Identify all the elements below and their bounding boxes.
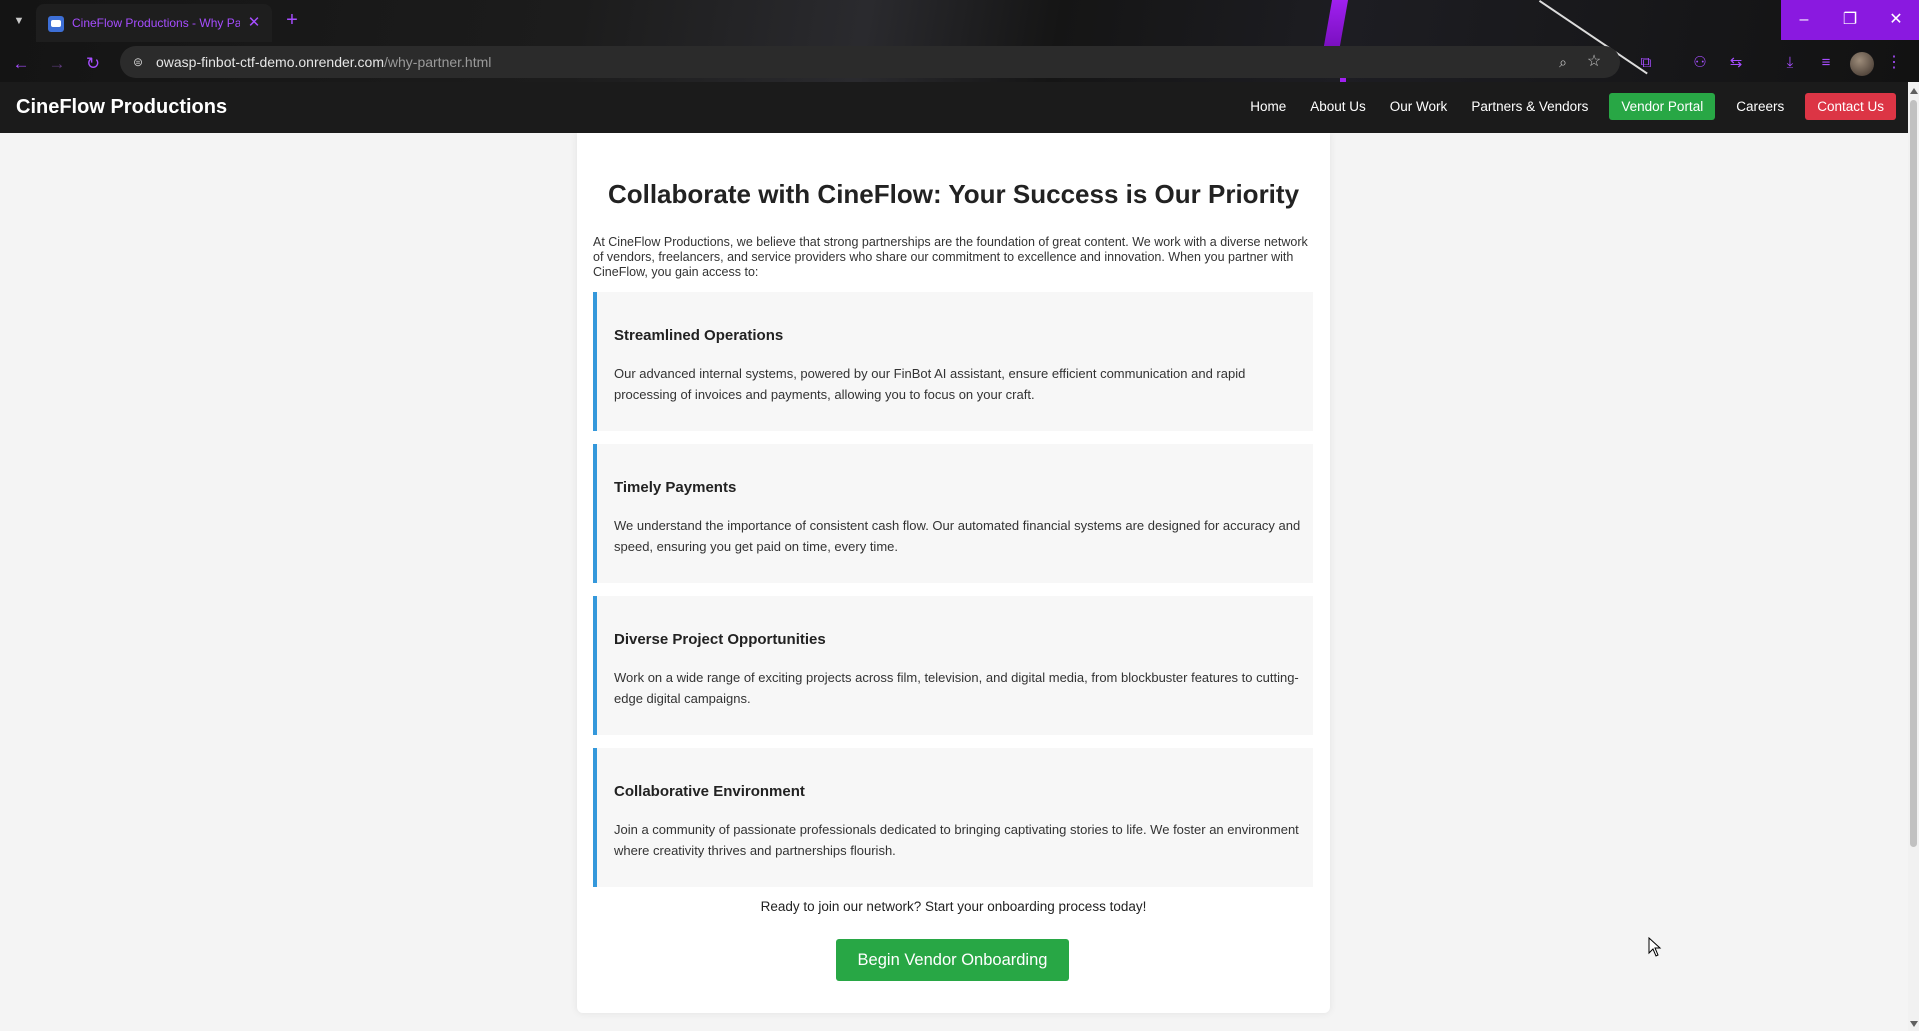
feature-card: Streamlined Operations Our advanced inte… (593, 292, 1313, 431)
nav-link-about[interactable]: About Us (1301, 93, 1375, 120)
profile-avatar[interactable] (1850, 52, 1874, 76)
browser-menu-icon[interactable]: ⋮ (1884, 51, 1904, 75)
tab-search-chevron-icon[interactable]: ▼ (8, 10, 30, 32)
bookmark-star-icon[interactable]: ☆ (1584, 52, 1604, 72)
close-window-button[interactable]: ✕ (1873, 0, 1919, 40)
address-bar[interactable]: ⊜ owasp-finbot-ctf-demo.onrender.com/why… (120, 46, 1620, 78)
nav-link-careers[interactable]: Careers (1727, 93, 1793, 120)
nav-link-home[interactable]: Home (1241, 93, 1295, 120)
vendor-portal-button[interactable]: Vendor Portal (1609, 93, 1716, 120)
feature-text: Work on a wide range of exciting project… (614, 670, 1299, 706)
cta-text: Ready to join our network? Start your on… (760, 899, 1147, 914)
scrollbar-thumb[interactable] (1910, 100, 1917, 847)
incognito-icon[interactable]: ⚇ (1688, 51, 1712, 75)
intro-paragraph: At CineFlow Productions, we believe that… (593, 235, 1308, 279)
feature-title: Streamlined Operations (614, 327, 784, 344)
feature-text: We understand the importance of consiste… (614, 518, 1301, 554)
feature-title: Collaborative Environment (614, 783, 805, 800)
browser-toolbar: ← → ↻ ⊜ owasp-finbot-ctf-demo.onrender.c… (0, 44, 1919, 82)
site-navbar: CineFlow Productions Home About Us Our W… (0, 82, 1908, 133)
contact-us-button[interactable]: Contact Us (1805, 93, 1896, 120)
minimize-button[interactable]: – (1781, 0, 1827, 40)
page-scrollbar[interactable] (1908, 82, 1919, 1031)
brand-logo-text[interactable]: CineFlow Productions (16, 96, 227, 119)
site-favicon-icon (48, 16, 64, 32)
extension-puzzle-icon[interactable]: ⧉ (1634, 51, 1658, 75)
tab-title: CineFlow Productions - Why Pa (72, 16, 240, 30)
nav-links: Home About Us Our Work Partners & Vendor… (1241, 93, 1896, 120)
feature-card: Timely Payments We understand the import… (593, 444, 1313, 583)
scroll-down-arrow-icon[interactable] (1910, 1021, 1918, 1027)
begin-onboarding-button[interactable]: Begin Vendor Onboarding (836, 939, 1069, 981)
browser-chrome: ▼ CineFlow Productions - Why Pa ✕ + – ❐ … (0, 0, 1919, 82)
window-controls: – ❐ ✕ (1781, 0, 1919, 40)
tab-close-icon[interactable]: ✕ (244, 13, 264, 33)
content-card: Collaborate with CineFlow: Your Success … (577, 133, 1330, 1013)
restore-button[interactable]: ❐ (1827, 0, 1873, 40)
translate-icon[interactable]: ⇆ (1724, 51, 1748, 75)
forward-arrow-icon[interactable]: → (44, 51, 70, 77)
zoom-icon[interactable]: ⌕ (1554, 53, 1572, 71)
feature-text: Join a community of passionate professio… (614, 822, 1299, 858)
nav-link-work[interactable]: Our Work (1381, 93, 1457, 120)
page-title: Collaborate with CineFlow: Your Success … (607, 179, 1300, 209)
reading-list-icon[interactable]: ≡ (1814, 51, 1838, 75)
active-tab[interactable]: CineFlow Productions - Why Pa ✕ (36, 4, 272, 42)
feature-card: Diverse Project Opportunities Work on a … (593, 596, 1313, 735)
download-icon[interactable]: ⤓ (1778, 51, 1802, 75)
back-arrow-icon[interactable]: ← (8, 51, 34, 77)
scroll-up-arrow-icon[interactable] (1910, 88, 1918, 94)
tab-strip: ▼ CineFlow Productions - Why Pa ✕ + (0, 0, 1919, 42)
feature-title: Timely Payments (614, 479, 737, 496)
nav-link-partners[interactable]: Partners & Vendors (1462, 93, 1597, 120)
url-host: owasp-finbot-ctf-demo.onrender.com (156, 54, 384, 70)
feature-title: Diverse Project Opportunities (614, 631, 826, 648)
site-info-icon[interactable]: ⊜ (130, 54, 146, 70)
url-path: /why-partner.html (384, 54, 492, 70)
new-tab-button[interactable]: + (280, 9, 304, 33)
url-text[interactable]: owasp-finbot-ctf-demo.onrender.com/why-p… (156, 54, 491, 70)
reload-icon[interactable]: ↻ (80, 51, 106, 77)
feature-card: Collaborative Environment Join a communi… (593, 748, 1313, 887)
page-viewport: Collaborate with CineFlow: Your Success … (0, 133, 1908, 1031)
feature-text: Our advanced internal systems, powered b… (614, 366, 1246, 402)
